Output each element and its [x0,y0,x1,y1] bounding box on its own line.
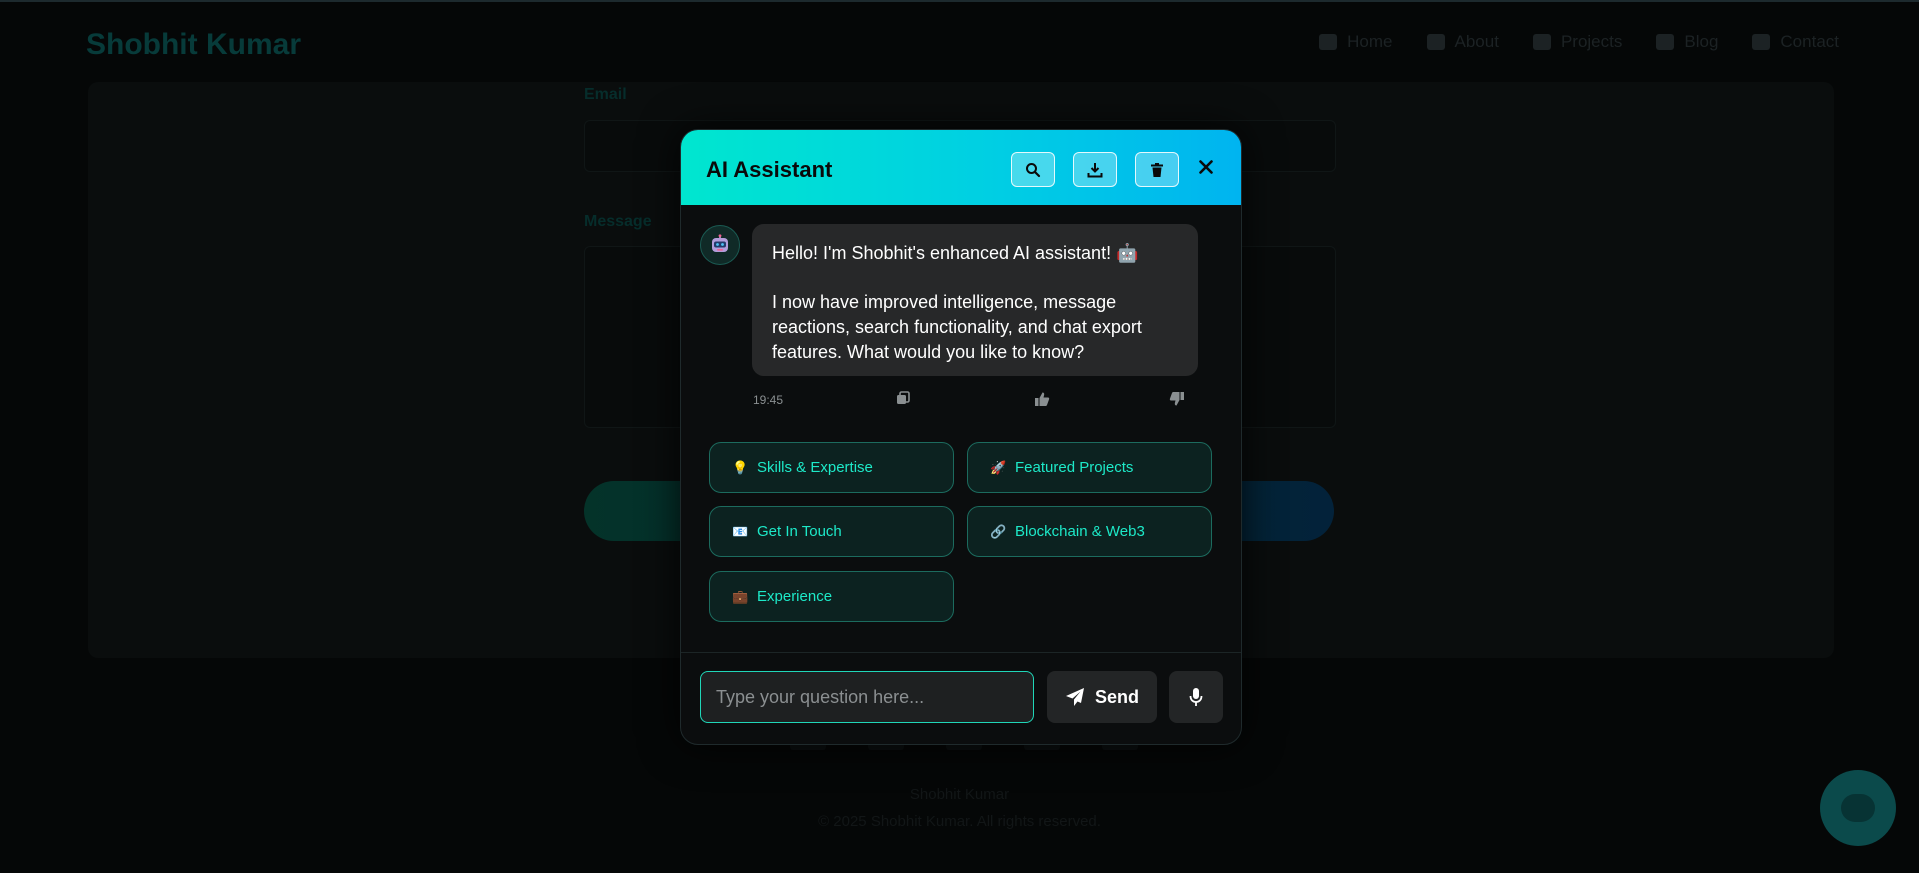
suggestion-label: Get In Touch [757,523,842,540]
search-icon [1026,162,1041,177]
close-icon [1199,160,1213,174]
ai-assistant-modal: AI Assistant Hello! I'm Shobhit's enhanc… [680,129,1242,745]
nav-item-home[interactable]: Home [1319,32,1393,52]
thumbs-down-icon [1169,392,1184,406]
clear-chat-button[interactable] [1135,152,1179,187]
dislike-button[interactable] [1169,391,1185,407]
export-chat-button[interactable] [1073,152,1117,187]
close-button[interactable] [1195,156,1217,178]
message-line-body: I now have improved intelligence, messag… [772,292,1142,362]
email-icon: 📧 [732,523,749,539]
nav-label: About [1454,32,1499,51]
send-label: Send [1094,686,1139,707]
chat-bubble-icon [1841,794,1875,822]
home-icon [1319,34,1338,50]
rocket-icon: 🚀 [990,459,1007,475]
download-icon [1087,162,1103,177]
footer-copyright: © 2025 Shobhit Kumar. All rights reserve… [818,813,1101,830]
nav-label: Contact [1780,32,1839,51]
briefcase-icon: 💼 [732,588,749,604]
message-timestamp: 19:45 [753,393,784,407]
suggestion-experience-button[interactable]: 💼 Experience [709,571,954,622]
pen-icon [1656,34,1675,50]
projects-icon [1532,34,1551,50]
site-navbar: Shobhit Kumar Home About Projects Blog C… [0,0,1919,82]
suggestion-label: Blockchain & Web3 [1015,523,1145,540]
trash-icon [1151,162,1163,177]
microphone-icon [1189,688,1203,706]
input-divider [681,652,1241,653]
user-icon [1426,34,1445,50]
paper-plane-icon [1065,688,1084,706]
nav-label: Projects [1560,32,1623,51]
link-icon: 🔗 [990,523,1007,539]
assistant-avatar [700,225,740,265]
chat-launcher-button[interactable] [1820,770,1896,846]
message-label: Message [584,213,652,230]
nav-label: Home [1347,32,1393,51]
nav-item-about[interactable]: About [1426,32,1499,52]
voice-input-button[interactable] [1169,671,1223,723]
suggestion-label: Featured Projects [1015,459,1134,476]
assistant-message-bubble: Hello! I'm Shobhit's enhanced AI assista… [752,224,1198,376]
suggestion-skills-button[interactable]: 💡 Skills & Expertise [709,442,954,493]
suggestion-label: Skills & Expertise [757,459,873,476]
message-line-greeting: Hello! I'm Shobhit's enhanced AI assista… [772,243,1139,263]
question-input[interactable] [700,671,1034,723]
lightbulb-icon: 💡 [732,459,749,475]
robot-icon [712,234,728,252]
nav-item-contact[interactable]: Contact [1752,32,1839,52]
email-label: Email [584,86,627,103]
suggestion-contact-button[interactable]: 📧 Get In Touch [709,506,954,557]
search-button[interactable] [1011,152,1055,187]
thumbs-up-icon [1035,392,1050,406]
footer-name: Shobhit Kumar [909,786,1010,803]
nav-item-blog[interactable]: Blog [1656,32,1718,52]
suggestion-projects-button[interactable]: 🚀 Featured Projects [967,442,1212,493]
like-button[interactable] [1034,391,1050,407]
suggestion-blockchain-button[interactable]: 🔗 Blockchain & Web3 [967,506,1212,557]
modal-title: AI Assistant [706,157,833,182]
copy-message-button[interactable] [896,391,912,407]
site-logo: Shobhit Kumar [86,28,301,61]
site-nav-links: Home About Projects Blog Contact [1319,32,1839,52]
modal-header: AI Assistant [681,130,1241,205]
nav-item-projects[interactable]: Projects [1532,32,1623,52]
nav-label: Blog [1684,32,1719,51]
suggestion-label: Experience [757,588,833,605]
send-button[interactable]: Send [1047,671,1157,723]
envelope-icon [1752,34,1771,50]
copy-icon [897,391,910,404]
